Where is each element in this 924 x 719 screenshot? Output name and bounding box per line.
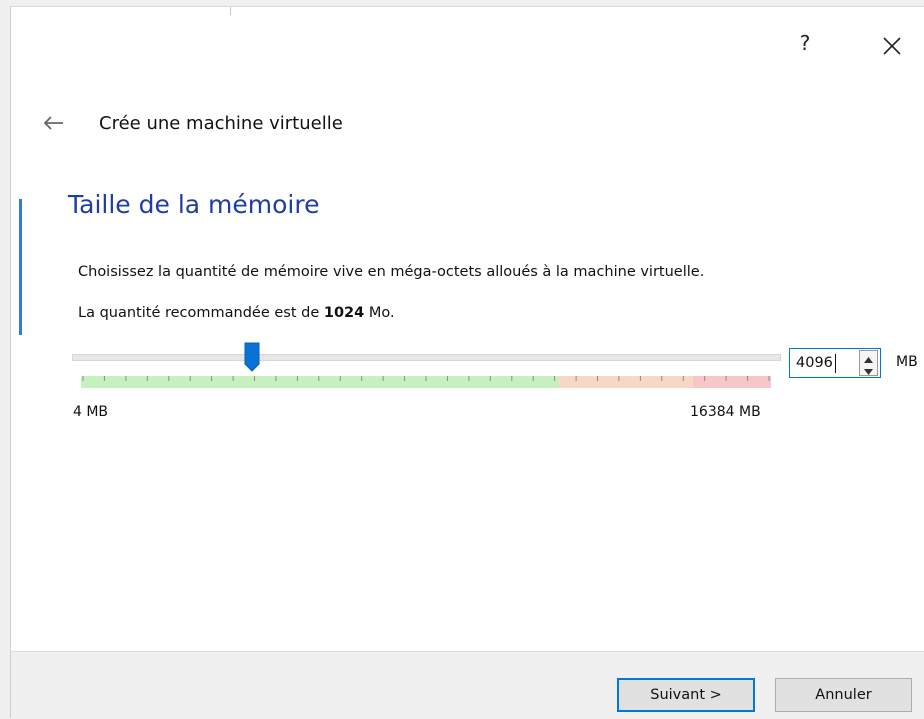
memory-range-indicator (81, 373, 771, 388)
memory-size-value: 4096 (796, 355, 833, 371)
recommended-memory-text: La quantité recommandée est de 1024 Mo. (78, 305, 395, 321)
memory-unit-label: MB (896, 354, 918, 370)
slider-max-label: 16384 MB (690, 404, 761, 420)
spin-down-button[interactable] (860, 363, 877, 375)
memory-slider-handle[interactable] (244, 342, 260, 372)
text-caret (835, 354, 836, 373)
range-zone-safe (81, 376, 559, 388)
slider-thumb-icon (244, 342, 260, 372)
close-icon (883, 37, 901, 55)
back-button[interactable] (43, 113, 65, 133)
triangle-down-icon (864, 369, 873, 375)
close-button[interactable] (877, 31, 907, 61)
cancel-button[interactable]: Annuler (775, 678, 912, 712)
recommended-value: 1024 (323, 305, 365, 321)
recommended-suffix: Mo. (368, 305, 395, 321)
next-button[interactable]: Suivant > (617, 678, 755, 712)
page-title: Taille de la mémoire (68, 190, 320, 219)
dialog-footer: Suivant > Annuler (11, 651, 924, 719)
background-window-edge (19, 199, 22, 335)
slider-min-label: 4 MB (73, 404, 109, 420)
help-button[interactable]: ? (793, 31, 817, 59)
spin-up-button[interactable] (860, 351, 877, 363)
create-vm-dialog: ? Crée une machine virtuelle Taille de l… (10, 6, 924, 719)
memory-slider-track[interactable] (72, 354, 781, 361)
recommended-prefix: La quantité recommandée est de (78, 305, 320, 321)
left-arrow-icon (43, 116, 63, 130)
window-edge-divider (230, 7, 231, 15)
memory-spinbox[interactable] (859, 350, 878, 376)
wizard-title: Crée une machine virtuelle (99, 113, 343, 134)
memory-description: Choisissez la quantité de mémoire vive e… (78, 264, 705, 280)
range-zone-warning (559, 376, 693, 388)
